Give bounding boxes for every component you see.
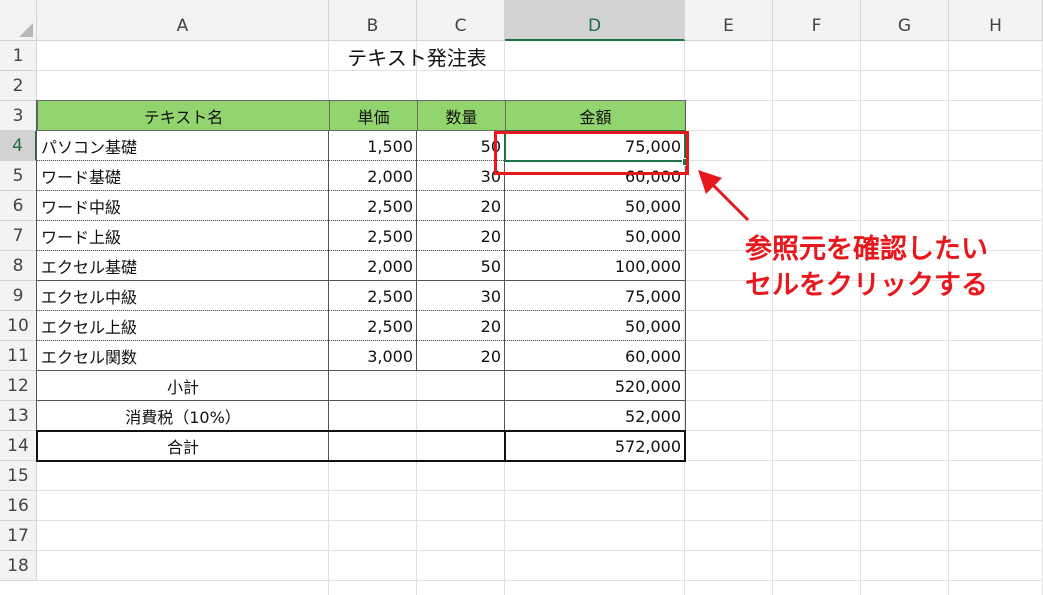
annotation-line-2: セルをクリックする xyxy=(745,270,988,301)
annotation-line-1: 参照元を確認したい xyxy=(745,234,988,265)
